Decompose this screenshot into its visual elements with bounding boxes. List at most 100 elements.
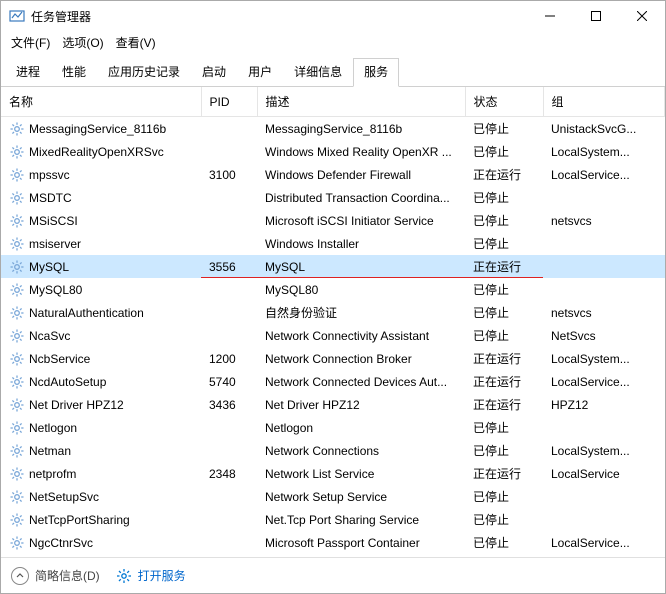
table-row[interactable]: NetlogonNetlogon已停止 (1, 416, 665, 439)
table-row[interactable]: NgcCtnrSvcMicrosoft Passport Container已停… (1, 531, 665, 554)
service-name: netprofm (29, 467, 76, 481)
service-desc: Microsoft iSCSI Initiator Service (257, 209, 465, 232)
service-status: 已停止 (465, 324, 543, 347)
service-desc: Windows Installer (257, 232, 465, 255)
service-desc: Network Connected Devices Aut... (257, 370, 465, 393)
service-name: MixedRealityOpenXRSvc (29, 145, 164, 159)
service-pid (201, 324, 257, 347)
table-row[interactable]: mpssvc3100Windows Defender Firewall正在运行L… (1, 163, 665, 186)
services-table: 名称 PID 描述 状态 组 MessagingService_8116bMes… (1, 87, 665, 557)
table-row[interactable]: NgcSvcMicrosoft Passport已停止LocalSystem..… (1, 554, 665, 557)
column-header-pid[interactable]: PID (201, 87, 257, 117)
service-pid (201, 485, 257, 508)
table-row[interactable]: msiserverWindows Installer已停止 (1, 232, 665, 255)
statusbar: 简略信息(D) 打开服务 (1, 557, 665, 593)
service-pid: 3100 (201, 163, 257, 186)
service-desc: Microsoft Passport Container (257, 531, 465, 554)
service-group: LocalSystem... (543, 347, 665, 370)
service-desc: Network List Service (257, 462, 465, 485)
service-pid: 5740 (201, 370, 257, 393)
table-row[interactable]: MixedRealityOpenXRSvcWindows Mixed Reali… (1, 140, 665, 163)
service-status: 已停止 (465, 301, 543, 324)
table-row[interactable]: NetTcpPortSharingNet.Tcp Port Sharing Se… (1, 508, 665, 531)
tab-3[interactable]: 启动 (191, 58, 237, 87)
service-gear-icon (9, 397, 25, 413)
open-services-link[interactable]: 打开服务 (116, 567, 186, 584)
service-gear-icon (9, 144, 25, 160)
service-desc: Network Connectivity Assistant (257, 324, 465, 347)
service-status: 已停止 (465, 140, 543, 163)
tab-0[interactable]: 进程 (5, 58, 51, 87)
table-row[interactable]: Net Driver HPZ123436Net Driver HPZ12正在运行… (1, 393, 665, 416)
service-pid: 3556 (201, 255, 257, 278)
service-desc: MySQL (257, 255, 465, 278)
table-row[interactable]: MessagingService_8116bMessagingService_8… (1, 117, 665, 141)
minimize-button[interactable] (527, 1, 573, 31)
service-status: 正在运行 (465, 347, 543, 370)
service-gear-icon (9, 213, 25, 229)
service-pid (201, 232, 257, 255)
service-name: NetTcpPortSharing (29, 513, 130, 527)
column-header-name[interactable]: 名称 (1, 87, 201, 117)
service-group (543, 232, 665, 255)
service-status: 已停止 (465, 278, 543, 301)
maximize-button[interactable] (573, 1, 619, 31)
service-gear-icon (9, 374, 25, 390)
service-pid (201, 301, 257, 324)
window-title: 任务管理器 (31, 8, 527, 25)
service-pid (201, 554, 257, 557)
service-pid (201, 117, 257, 141)
tab-5[interactable]: 详细信息 (283, 58, 353, 87)
service-desc: Network Connection Broker (257, 347, 465, 370)
service-name: NcbService (29, 352, 90, 366)
titlebar[interactable]: 任务管理器 (1, 1, 665, 31)
tab-1[interactable]: 性能 (51, 58, 97, 87)
service-status: 正在运行 (465, 163, 543, 186)
service-desc: Network Setup Service (257, 485, 465, 508)
service-gear-icon (9, 259, 25, 275)
service-pid (201, 278, 257, 301)
table-row[interactable]: NcaSvcNetwork Connectivity Assistant已停止N… (1, 324, 665, 347)
tab-4[interactable]: 用户 (237, 58, 283, 87)
table-row[interactable]: NetSetupSvcNetwork Setup Service已停止 (1, 485, 665, 508)
column-header-group[interactable]: 组 (543, 87, 665, 117)
close-button[interactable] (619, 1, 665, 31)
service-desc: MySQL80 (257, 278, 465, 301)
table-row[interactable]: NcdAutoSetup5740Network Connected Device… (1, 370, 665, 393)
table-row[interactable]: NaturalAuthentication自然身份验证已停止netsvcs (1, 301, 665, 324)
service-pid (201, 209, 257, 232)
fewer-details-link[interactable]: 简略信息(D) (11, 567, 100, 585)
menu-options[interactable]: 选项(O) (56, 32, 109, 53)
tab-2[interactable]: 应用历史记录 (97, 58, 191, 87)
service-gear-icon (9, 489, 25, 505)
service-pid (201, 140, 257, 163)
service-desc: Network Connections (257, 439, 465, 462)
column-header-desc[interactable]: 描述 (257, 87, 465, 117)
service-pid (201, 439, 257, 462)
menu-view[interactable]: 查看(V) (110, 32, 162, 53)
menu-file[interactable]: 文件(F) (5, 32, 56, 53)
service-desc: MessagingService_8116b (257, 117, 465, 141)
menubar: 文件(F) 选项(O) 查看(V) (1, 31, 665, 53)
service-gear-icon (9, 236, 25, 252)
service-name: MSiSCSI (29, 214, 78, 228)
table-row[interactable]: MySQL80MySQL80已停止 (1, 278, 665, 301)
table-row[interactable]: NetmanNetwork Connections已停止LocalSystem.… (1, 439, 665, 462)
tab-6[interactable]: 服务 (353, 58, 399, 87)
service-pid: 2348 (201, 462, 257, 485)
service-group: NetSvcs (543, 324, 665, 347)
service-pid (201, 531, 257, 554)
gear-icon (116, 568, 132, 584)
service-group: LocalSystem... (543, 554, 665, 557)
task-manager-icon (9, 8, 25, 24)
table-row[interactable]: MySQL3556MySQL正在运行 (1, 255, 665, 278)
service-name: MSDTC (29, 191, 72, 205)
table-row[interactable]: netprofm2348Network List Service正在运行Loca… (1, 462, 665, 485)
table-row[interactable]: MSiSCSI Microsoft iSCSI Initiator Service… (1, 209, 665, 232)
table-row[interactable]: MSDTC Distributed Transaction Coordina...… (1, 186, 665, 209)
table-row[interactable]: NcbService1200Network Connection Broker正… (1, 347, 665, 370)
service-group: netsvcs (543, 209, 665, 232)
column-header-status[interactable]: 状态 (465, 87, 543, 117)
service-status: 已停止 (465, 232, 543, 255)
service-desc: Distributed Transaction Coordina... (257, 186, 465, 209)
